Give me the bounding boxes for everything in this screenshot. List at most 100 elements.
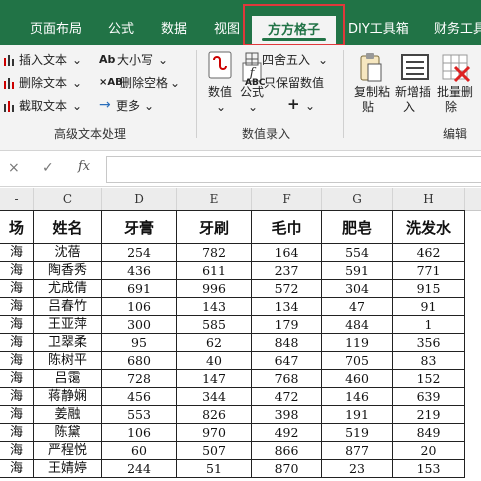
table-cell[interactable]: 83 xyxy=(393,352,465,370)
table-cell[interactable]: 237 xyxy=(252,262,322,280)
delete-space-button[interactable]: 删除空格 xyxy=(120,76,168,90)
table-cell[interactable]: 海 xyxy=(0,460,34,478)
header-cell[interactable]: 姓名 xyxy=(34,210,102,244)
table-cell[interactable]: 254 xyxy=(102,244,177,262)
table-cell[interactable]: 海 xyxy=(0,388,34,406)
table-cell[interactable]: 866 xyxy=(252,442,322,460)
table-cell[interactable]: 海 xyxy=(0,370,34,388)
table-cell[interactable]: 卫翠柔 xyxy=(34,334,102,352)
batch-delete-label-2[interactable]: 除 xyxy=(445,100,457,114)
confirm-icon[interactable]: ✓ xyxy=(42,161,54,175)
table-cell[interactable]: 462 xyxy=(393,244,465,262)
table-cell[interactable]: 826 xyxy=(177,406,252,424)
table-cell[interactable]: 王亚萍 xyxy=(34,316,102,334)
copy-paste-label-2[interactable]: 贴 xyxy=(362,100,374,114)
table-cell[interactable]: 472 xyxy=(252,388,322,406)
table-cell[interactable]: 507 xyxy=(177,442,252,460)
tab-page-layout[interactable]: 页面布局 xyxy=(30,14,82,45)
table-cell[interactable]: 492 xyxy=(252,424,322,442)
table-cell[interactable]: 300 xyxy=(102,316,177,334)
tab-view[interactable]: 视图 xyxy=(214,14,240,45)
table-cell[interactable]: 877 xyxy=(322,442,393,460)
chevron-down-icon[interactable]: ⌄ xyxy=(72,53,82,67)
chevron-down-icon[interactable]: ⌄ xyxy=(216,100,226,114)
column-header-h[interactable]: H xyxy=(393,188,465,210)
table-cell[interactable]: 705 xyxy=(322,352,393,370)
table-cell[interactable]: 陈黛 xyxy=(34,424,102,442)
header-cell[interactable]: 毛巾 xyxy=(252,210,322,244)
table-cell[interactable]: 95 xyxy=(102,334,177,352)
table-cell[interactable]: 915 xyxy=(393,280,465,298)
table-cell[interactable]: 356 xyxy=(393,334,465,352)
column-header-b[interactable]: - xyxy=(0,188,34,210)
chevron-down-icon[interactable]: ⌄ xyxy=(144,99,154,113)
table-cell[interactable]: 647 xyxy=(252,352,322,370)
table-cell[interactable]: 164 xyxy=(252,244,322,262)
header-cell[interactable]: 牙刷 xyxy=(177,210,252,244)
table-cell[interactable]: 460 xyxy=(322,370,393,388)
chevron-down-icon[interactable]: ⌄ xyxy=(305,99,315,113)
table-cell[interactable]: 849 xyxy=(393,424,465,442)
table-cell[interactable]: 134 xyxy=(252,298,322,316)
fx-icon[interactable]: fx xyxy=(78,160,90,174)
table-cell[interactable]: 519 xyxy=(322,424,393,442)
insert-label-2[interactable]: 入 xyxy=(403,100,415,114)
table-cell[interactable]: 海 xyxy=(0,334,34,352)
table-cell[interactable]: 611 xyxy=(177,262,252,280)
table-cell[interactable]: 陶香秀 xyxy=(34,262,102,280)
header-cell[interactable]: 牙膏 xyxy=(102,210,177,244)
table-cell[interactable]: 23 xyxy=(322,460,393,478)
table-cell[interactable]: 尤成倩 xyxy=(34,280,102,298)
keep-value-button[interactable]: 只保留数值 xyxy=(264,76,324,90)
more-button[interactable]: 更多 xyxy=(116,99,140,113)
chevron-down-icon[interactable]: ⌄ xyxy=(72,99,82,113)
table-cell[interactable]: 553 xyxy=(102,406,177,424)
chevron-down-icon[interactable]: ⌄ xyxy=(318,53,328,67)
table-cell[interactable]: 海 xyxy=(0,424,34,442)
table-cell[interactable]: 456 xyxy=(102,388,177,406)
table-cell[interactable]: 40 xyxy=(177,352,252,370)
table-cell[interactable]: 152 xyxy=(393,370,465,388)
table-cell[interactable]: 179 xyxy=(252,316,322,334)
chevron-down-icon[interactable]: ⌄ xyxy=(158,53,168,67)
table-cell[interactable]: 海 xyxy=(0,280,34,298)
table-cell[interactable]: 484 xyxy=(322,316,393,334)
case-button[interactable]: 大小写 xyxy=(117,53,153,67)
header-cell[interactable]: 洗发水 xyxy=(393,210,465,244)
table-cell[interactable]: 768 xyxy=(252,370,322,388)
table-cell[interactable]: 191 xyxy=(322,406,393,424)
table-cell[interactable]: 海 xyxy=(0,406,34,424)
column-header-g[interactable]: G xyxy=(322,188,393,210)
chevron-down-icon[interactable]: ⌄ xyxy=(72,76,82,90)
table-cell[interactable]: 146 xyxy=(322,388,393,406)
table-cell[interactable]: 639 xyxy=(393,388,465,406)
table-cell[interactable]: 王婧婷 xyxy=(34,460,102,478)
table-cell[interactable]: 沈蓓 xyxy=(34,244,102,262)
table-cell[interactable]: 585 xyxy=(177,316,252,334)
header-cell[interactable]: 肥皂 xyxy=(322,210,393,244)
table-cell[interactable]: 海 xyxy=(0,298,34,316)
cancel-icon[interactable]: × xyxy=(8,161,20,175)
table-cell[interactable]: 996 xyxy=(177,280,252,298)
table-cell[interactable]: 51 xyxy=(177,460,252,478)
table-cell[interactable]: 海 xyxy=(0,442,34,460)
table-cell[interactable]: 严程悦 xyxy=(34,442,102,460)
column-header-c[interactable]: C xyxy=(34,188,102,210)
table-cell[interactable]: 782 xyxy=(177,244,252,262)
table-cell[interactable]: 陈树平 xyxy=(34,352,102,370)
extract-text-button[interactable]: 截取文本 xyxy=(19,99,67,113)
insert-text-button[interactable]: 插入文本 xyxy=(19,53,67,67)
delete-text-button[interactable]: 删除文本 xyxy=(19,76,67,90)
column-header-f[interactable]: F xyxy=(252,188,322,210)
table-cell[interactable]: 591 xyxy=(322,262,393,280)
table-cell[interactable]: 970 xyxy=(177,424,252,442)
table-cell[interactable]: 20 xyxy=(393,442,465,460)
plus-icon[interactable]: + xyxy=(287,97,300,112)
tab-formulas[interactable]: 公式 xyxy=(108,14,134,45)
table-cell[interactable]: 1 xyxy=(393,316,465,334)
batch-delete-label-1[interactable]: 批量删 xyxy=(437,85,473,99)
table-cell[interactable]: 海 xyxy=(0,352,34,370)
table-cell[interactable]: 91 xyxy=(393,298,465,316)
table-cell[interactable]: 219 xyxy=(393,406,465,424)
table-cell[interactable]: 62 xyxy=(177,334,252,352)
